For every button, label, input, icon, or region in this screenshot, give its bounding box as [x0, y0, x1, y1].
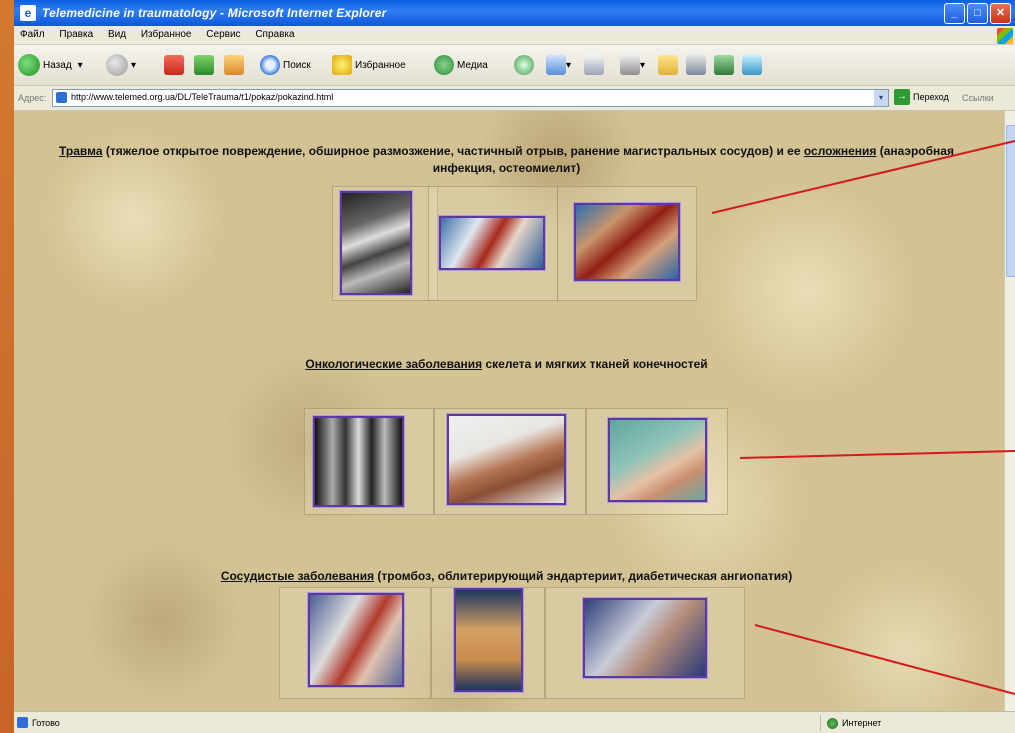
favorites-button[interactable]: Избранное: [332, 52, 406, 78]
trauma-xray-photo[interactable]: [340, 191, 412, 295]
menu-tools[interactable]: Сервис: [200, 26, 246, 43]
windows-logo-icon: [997, 28, 1013, 44]
mail-icon: [546, 55, 566, 75]
go-button[interactable]: → Переход: [894, 89, 949, 105]
mail-dropdown-icon[interactable]: ▾: [566, 60, 571, 71]
oncology-foot-photo[interactable]: [608, 418, 707, 502]
menu-view[interactable]: Вид: [102, 26, 132, 43]
tool-icon: [742, 55, 762, 75]
vascular-foot-photo[interactable]: [454, 588, 523, 692]
window-title: Telemedicine in traumatology - Microsoft…: [42, 6, 387, 20]
history-button[interactable]: [514, 52, 534, 78]
trauma-limb-photo[interactable]: [574, 203, 680, 281]
zone-label: Интернет: [842, 718, 882, 728]
mail-button[interactable]: ▾: [546, 52, 571, 78]
search-label: Поиск: [283, 59, 311, 71]
maximize-button[interactable]: □: [967, 3, 988, 24]
page-status-icon: [17, 717, 28, 728]
title-bar[interactable]: e Telemedicine in traumatology - Microso…: [14, 0, 1015, 26]
back-arrow-icon: [18, 54, 40, 76]
menu-file[interactable]: Файл: [14, 26, 51, 43]
status-bar: Готово Интернет: [14, 711, 1015, 733]
back-dropdown-icon[interactable]: ▾: [78, 60, 83, 71]
status-text: Готово: [32, 718, 60, 728]
vascular-toes-photo[interactable]: [583, 598, 707, 678]
edit-icon: [620, 55, 640, 75]
extra-tool-button[interactable]: [742, 52, 762, 78]
home-button[interactable]: [224, 52, 244, 78]
vascular-leg-photo[interactable]: [308, 593, 404, 687]
back-label: Назад: [43, 59, 72, 71]
home-icon: [224, 55, 244, 75]
research-icon: [714, 55, 734, 75]
links-label[interactable]: Ссылки: [962, 93, 994, 103]
vascular-link[interactable]: Сосудистые заболевания: [221, 569, 374, 583]
messenger-icon: [686, 55, 706, 75]
stop-icon: [164, 55, 184, 75]
address-url: http://www.telemed.org.ua/DL/TeleTrauma/…: [71, 92, 334, 102]
globe-icon: [827, 717, 838, 729]
vascular-heading: Сосудистые заболевания (тромбоз, облитер…: [34, 568, 979, 585]
go-arrow-icon: →: [894, 89, 910, 105]
ie-icon: e: [20, 5, 36, 21]
media-label: Медиа: [457, 59, 488, 71]
trauma-text: (тяжелое открытое повреждение, обширное …: [102, 144, 804, 158]
address-dropdown-icon[interactable]: ▾: [874, 90, 888, 106]
search-button[interactable]: Поиск: [260, 52, 311, 78]
folder-button[interactable]: [658, 52, 678, 78]
page-icon: [56, 92, 67, 103]
media-icon: [434, 55, 454, 75]
print-icon: [584, 55, 604, 75]
edit-button[interactable]: ▾: [620, 52, 645, 78]
oncology-text: скелета и мягких тканей конечностей: [482, 357, 708, 371]
messenger-button[interactable]: [686, 52, 706, 78]
research-button[interactable]: [714, 52, 734, 78]
minimize-button[interactable]: _: [944, 3, 965, 24]
trauma-wound-photo[interactable]: [439, 216, 545, 270]
forward-arrow-icon: [106, 54, 128, 76]
oncology-link[interactable]: Онкологические заболевания: [305, 357, 482, 371]
address-label: Адрес:: [18, 93, 47, 103]
oncology-heading: Онкологические заболевания скелета и мяг…: [34, 356, 979, 373]
forward-button[interactable]: ▾: [106, 52, 136, 78]
menu-help[interactable]: Справка: [249, 26, 300, 43]
toolbar: Назад ▾ ▾ Поиск Избранное Медиа ▾ ▾: [14, 45, 1015, 86]
page-content: Травма (тяжелое открытое повреждение, об…: [14, 111, 1004, 711]
complications-link[interactable]: осложнения: [804, 144, 877, 158]
favorites-label: Избранное: [355, 59, 406, 71]
go-label: Переход: [913, 92, 949, 102]
browser-window: e Telemedicine in traumatology - Microso…: [14, 0, 1015, 733]
history-icon: [514, 55, 534, 75]
media-button[interactable]: Медиа: [434, 52, 488, 78]
address-bar: Адрес: http://www.telemed.org.ua/DL/Tele…: [14, 86, 1015, 111]
menu-favorites[interactable]: Избранное: [135, 26, 198, 43]
trauma-link[interactable]: Травма: [59, 144, 103, 158]
stop-button[interactable]: [164, 52, 184, 78]
refresh-icon: [194, 55, 214, 75]
scrollbar-thumb[interactable]: [1006, 125, 1015, 277]
menu-edit[interactable]: Правка: [53, 26, 99, 43]
search-icon: [260, 55, 280, 75]
print-button[interactable]: [584, 52, 604, 78]
vascular-text: (тромбоз, облитерирующий эндартериит, ди…: [374, 569, 793, 583]
refresh-button[interactable]: [194, 52, 214, 78]
folder-icon: [658, 55, 678, 75]
menu-bar: Файл Правка Вид Избранное Сервис Справка: [14, 26, 1015, 45]
close-button[interactable]: ✕: [990, 3, 1011, 24]
star-icon: [332, 55, 352, 75]
back-button[interactable]: Назад ▾: [18, 52, 83, 78]
window-controls: _ □ ✕: [944, 3, 1011, 24]
oncology-xray-photo[interactable]: [313, 416, 404, 507]
oncology-leg-photo[interactable]: [447, 414, 566, 505]
vertical-scrollbar[interactable]: [1004, 111, 1015, 711]
trauma-heading: Травма (тяжелое открытое повреждение, об…: [34, 143, 979, 177]
address-input[interactable]: http://www.telemed.org.ua/DL/TeleTrauma/…: [52, 89, 889, 107]
edit-dropdown-icon[interactable]: ▾: [640, 60, 645, 71]
security-zone: Интернет: [820, 715, 881, 731]
forward-dropdown-icon[interactable]: ▾: [131, 60, 136, 71]
